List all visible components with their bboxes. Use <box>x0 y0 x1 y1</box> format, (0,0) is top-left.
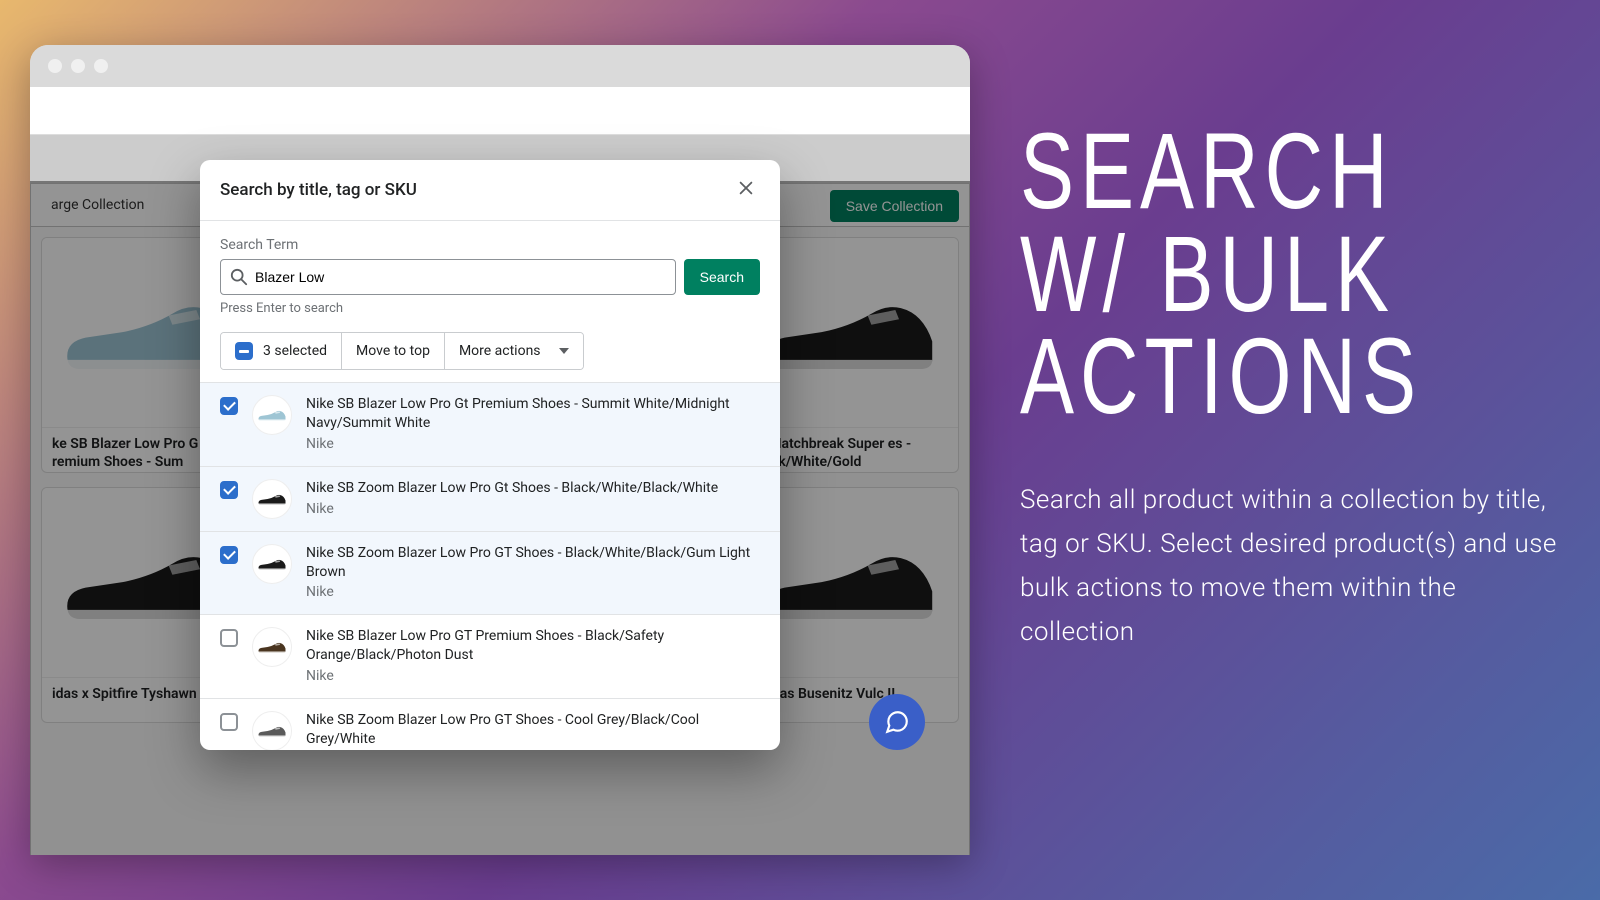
marketing-description: Search all product within a collection b… <box>1020 478 1560 655</box>
result-title: Nike SB Zoom Blazer Low Pro GT Shoes - C… <box>306 711 760 749</box>
search-label: Search Term <box>220 237 760 253</box>
result-checkbox[interactable] <box>220 397 238 415</box>
search-icon <box>230 268 248 286</box>
modal-body: Search Term Search Press Enter to search… <box>200 221 780 370</box>
traffic-light-minimize[interactable] <box>71 59 85 73</box>
search-button[interactable]: Search <box>684 259 760 295</box>
result-thumbnail <box>252 711 292 750</box>
chat-icon <box>884 709 910 735</box>
result-checkbox[interactable] <box>220 713 238 731</box>
chevron-down-icon <box>559 348 569 354</box>
search-result-row[interactable]: Nike SB Zoom Blazer Low Pro Gt Shoes - B… <box>200 467 780 532</box>
modal-header: Search by title, tag or SKU <box>200 160 780 221</box>
browser-url-bar <box>30 87 970 135</box>
modal-title: Search by title, tag or SKU <box>220 180 417 200</box>
result-text: Nike SB Zoom Blazer Low Pro Gt Shoes - B… <box>306 479 718 519</box>
search-results-list: Nike SB Blazer Low Pro Gt Premium Shoes … <box>200 382 780 750</box>
modal-close-button[interactable] <box>732 176 760 204</box>
result-brand: Nike <box>306 435 760 454</box>
marketing-headline: SEARCH W/ BULK ACTIONS <box>1020 120 1560 428</box>
result-checkbox[interactable] <box>220 481 238 499</box>
selected-count-label: 3 selected <box>263 343 327 359</box>
result-text: Nike SB Blazer Low Pro Gt Premium Shoes … <box>306 395 760 454</box>
result-title: Nike SB Blazer Low Pro Gt Premium Shoes … <box>306 395 760 433</box>
result-thumbnail <box>252 627 292 667</box>
move-to-top-button[interactable]: Move to top <box>342 333 445 369</box>
search-result-row[interactable]: Nike SB Zoom Blazer Low Pro GT Shoes - B… <box>200 532 780 616</box>
chat-help-button[interactable] <box>869 694 925 750</box>
close-icon <box>737 179 755 197</box>
result-text: Nike SB Zoom Blazer Low Pro GT Shoes - B… <box>306 544 760 603</box>
result-brand: Nike <box>306 583 760 602</box>
result-thumbnail <box>252 544 292 584</box>
result-text: Nike SB Zoom Blazer Low Pro GT Shoes - C… <box>306 711 760 750</box>
result-thumbnail <box>252 395 292 435</box>
result-brand: Nike <box>306 667 760 686</box>
search-result-row[interactable]: Nike SB Blazer Low Pro GT Premium Shoes … <box>200 615 780 699</box>
result-title: Nike SB Zoom Blazer Low Pro GT Shoes - B… <box>306 544 760 582</box>
search-modal: Search by title, tag or SKU Search Term … <box>200 160 780 750</box>
result-checkbox[interactable] <box>220 629 238 647</box>
select-all-toggle[interactable]: 3 selected <box>221 333 342 369</box>
traffic-light-close[interactable] <box>48 59 62 73</box>
more-actions-dropdown[interactable]: More actions <box>445 333 583 369</box>
result-title: Nike SB Blazer Low Pro GT Premium Shoes … <box>306 627 760 665</box>
search-hint: Press Enter to search <box>220 301 760 316</box>
indeterminate-checkbox-icon <box>235 342 253 360</box>
search-result-row[interactable]: Nike SB Zoom Blazer Low Pro GT Shoes - C… <box>200 699 780 750</box>
result-brand: Nike <box>306 500 718 519</box>
result-thumbnail <box>252 479 292 519</box>
marketing-panel: SEARCH W/ BULK ACTIONS Search all produc… <box>1020 120 1560 655</box>
browser-titlebar <box>30 45 970 87</box>
result-text: Nike SB Blazer Low Pro GT Premium Shoes … <box>306 627 760 686</box>
search-result-row[interactable]: Nike SB Blazer Low Pro Gt Premium Shoes … <box>200 383 780 467</box>
search-input[interactable] <box>220 259 676 295</box>
traffic-light-maximize[interactable] <box>94 59 108 73</box>
result-title: Nike SB Zoom Blazer Low Pro Gt Shoes - B… <box>306 479 718 498</box>
bulk-action-bar: 3 selected Move to top More actions <box>220 332 584 370</box>
result-checkbox[interactable] <box>220 546 238 564</box>
